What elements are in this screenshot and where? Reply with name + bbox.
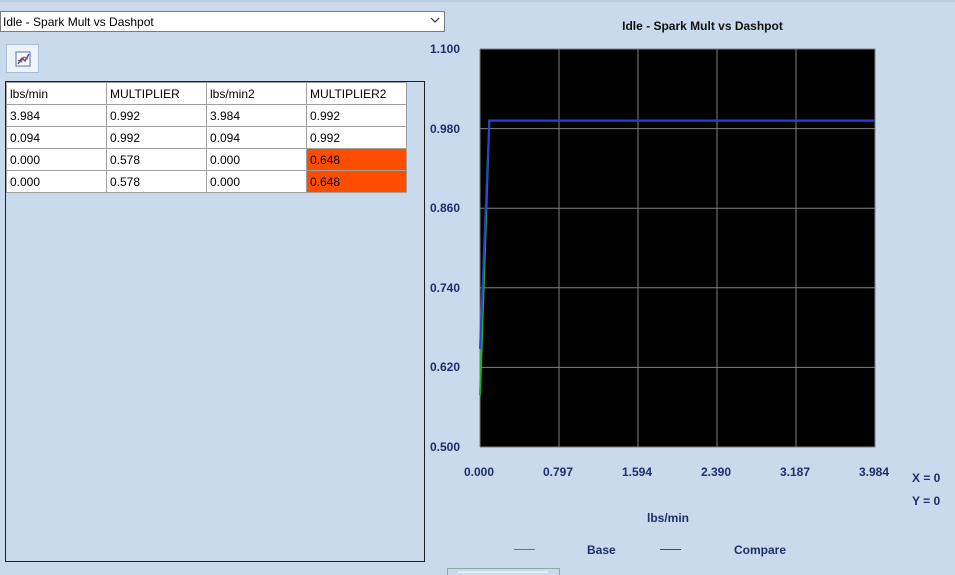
dropdown-selected-value: Idle - Spark Mult vs Dashpot bbox=[3, 15, 154, 29]
y-tick-label: 0.620 bbox=[430, 360, 461, 375]
table-cell[interactable]: 0.992 bbox=[106, 104, 207, 127]
x-tick-label: 3.187 bbox=[780, 465, 811, 479]
y-tick-label: 0.740 bbox=[430, 280, 461, 295]
y-tick-label: 0.860 bbox=[430, 201, 461, 216]
data-grid-panel: lbs/min MULTIPLIER lbs/min2 MULTIPLIER2 … bbox=[5, 81, 425, 562]
chart-select-dropdown[interactable]: Idle - Spark Mult vs Dashpot bbox=[0, 11, 445, 32]
legend-label-base: Base bbox=[587, 543, 616, 557]
y-tick-label: 0.500 bbox=[430, 440, 461, 454]
data-table: lbs/min MULTIPLIER lbs/min2 MULTIPLIER2 … bbox=[6, 82, 407, 193]
table-cell-highlighted[interactable]: 0.648 bbox=[306, 170, 407, 193]
chart-icon bbox=[15, 51, 31, 67]
legend-swatch-compare bbox=[660, 549, 681, 550]
x-axis-label: lbs/min bbox=[647, 511, 690, 525]
table-cell[interactable]: 0.094 bbox=[6, 126, 107, 149]
table-cell[interactable]: 0.000 bbox=[206, 148, 307, 171]
table-cell[interactable]: 0.992 bbox=[106, 126, 207, 149]
table-cell[interactable]: 0.000 bbox=[206, 170, 307, 193]
table-header-row: lbs/min MULTIPLIER lbs/min2 MULTIPLIER2 bbox=[6, 82, 407, 105]
x-coordinate-readout: X = 0 bbox=[912, 471, 941, 485]
legend-swatch-base bbox=[514, 549, 535, 550]
x-tick-label: 0.000 bbox=[464, 465, 495, 479]
column-header[interactable]: lbs/min2 bbox=[206, 82, 307, 105]
x-tick-label: 1.594 bbox=[622, 465, 653, 479]
chart-title: Idle - Spark Mult vs Dashpot bbox=[622, 19, 783, 33]
table-cell[interactable]: 0.992 bbox=[306, 126, 407, 149]
x-tick-label: 3.984 bbox=[859, 465, 890, 479]
plot-area bbox=[480, 49, 875, 447]
chart-toggle-button[interactable] bbox=[6, 44, 39, 73]
chevron-down-icon bbox=[430, 17, 440, 23]
table-cell[interactable]: 0.578 bbox=[106, 170, 207, 193]
y-tick-label: 0.980 bbox=[430, 121, 461, 136]
table-row: 0.000 0.578 0.000 0.648 bbox=[6, 148, 407, 171]
column-header[interactable]: MULTIPLIER bbox=[106, 82, 207, 105]
y-tick-label: 1.100 bbox=[430, 42, 461, 56]
table-cell[interactable]: 3.984 bbox=[206, 104, 307, 127]
table-cell[interactable]: 0.000 bbox=[6, 148, 107, 171]
column-header[interactable]: MULTIPLIER2 bbox=[306, 82, 407, 105]
table-row: 0.000 0.578 0.000 0.648 bbox=[6, 170, 407, 193]
table-row: 3.984 0.992 3.984 0.992 bbox=[6, 104, 407, 127]
x-tick-label: 2.390 bbox=[701, 465, 732, 479]
table-cell[interactable]: 0.578 bbox=[106, 148, 207, 171]
table-cell[interactable]: 0.992 bbox=[306, 104, 407, 127]
table-cell-highlighted[interactable]: 0.648 bbox=[306, 148, 407, 171]
column-header[interactable]: lbs/min bbox=[6, 82, 107, 105]
x-tick-label: 0.797 bbox=[543, 465, 574, 479]
top-border bbox=[0, 0, 955, 2]
table-row: 0.094 0.992 0.094 0.992 bbox=[6, 126, 407, 149]
line-chart[interactable] bbox=[420, 40, 900, 460]
table-cell[interactable]: 0.000 bbox=[6, 170, 107, 193]
y-coordinate-readout: Y = 0 bbox=[912, 494, 941, 508]
splitter-handle[interactable] bbox=[447, 568, 560, 575]
table-cell[interactable]: 3.984 bbox=[6, 104, 107, 127]
legend-label-compare: Compare bbox=[734, 543, 787, 557]
table-cell[interactable]: 0.094 bbox=[206, 126, 307, 149]
